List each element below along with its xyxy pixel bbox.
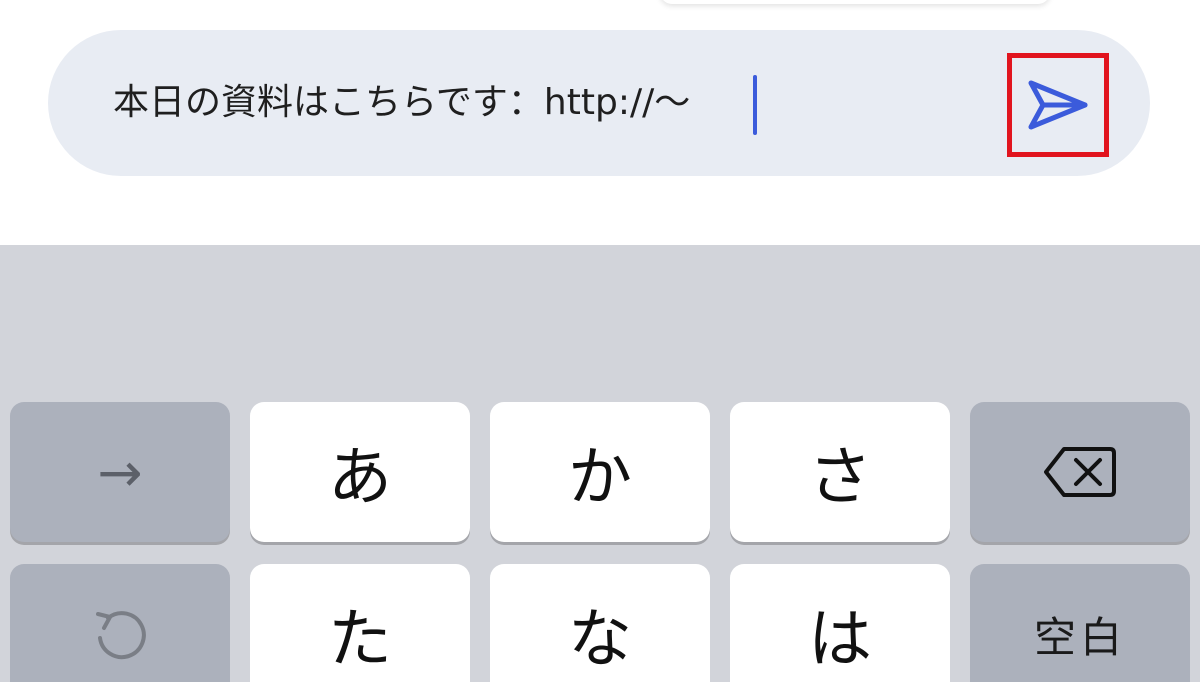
send-button[interactable] [1007, 53, 1109, 157]
space-key[interactable]: 空白 [970, 564, 1190, 682]
keyboard: → あ か さ た な は 空白 [0, 245, 1200, 682]
text-cursor [753, 75, 757, 135]
undo-key[interactable] [10, 564, 230, 682]
send-arrow-icon [1028, 80, 1088, 130]
key-ta[interactable]: た [250, 564, 470, 682]
right-arrow-icon: → [97, 440, 143, 504]
message-input-text[interactable]: 本日の資料はこちらです：http://〜 [113, 78, 690, 128]
key-na[interactable]: な [490, 564, 710, 682]
undo-icon [96, 611, 146, 660]
key-a[interactable]: あ [250, 402, 470, 542]
key-ka[interactable]: か [490, 402, 710, 542]
popup-edge [660, 0, 1050, 4]
screen: 本日の資料はこちらです：http://〜 → あ か さ た な は 空白 [0, 0, 1200, 682]
chat-compose-area: 本日の資料はこちらです：http://〜 [0, 0, 1200, 245]
key-sa[interactable]: さ [730, 402, 950, 542]
key-ha[interactable]: は [730, 564, 950, 682]
space-key-label: 空白 [1033, 612, 1126, 662]
next-candidate-key[interactable]: → [10, 402, 230, 542]
backspace-icon [1044, 447, 1116, 497]
backspace-key[interactable] [970, 402, 1190, 542]
